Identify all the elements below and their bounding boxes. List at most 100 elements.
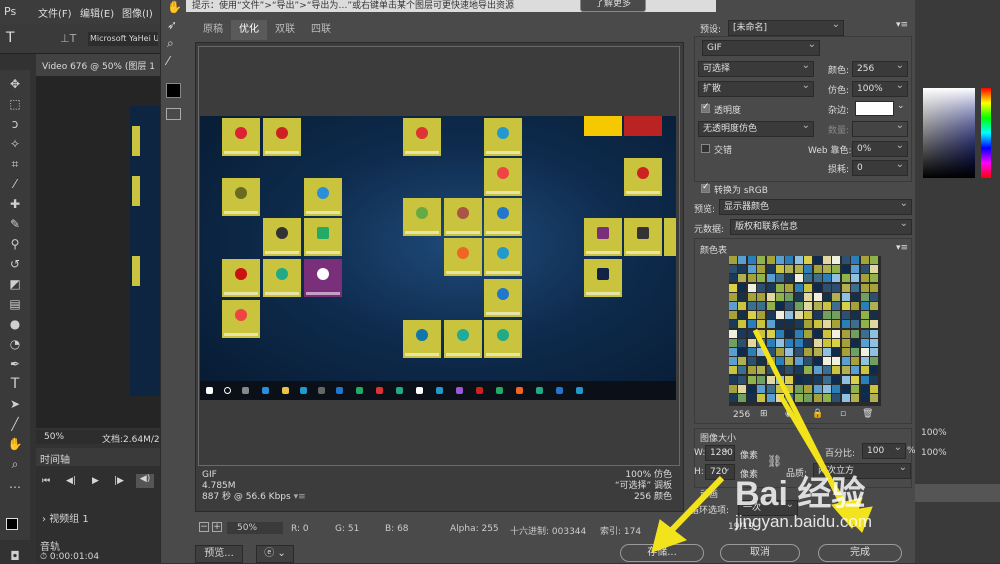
new-color-icon[interactable]: ▫ <box>840 409 846 419</box>
color-swatch[interactable] <box>841 292 850 301</box>
color-swatch[interactable] <box>738 256 747 264</box>
clone-stamp-icon[interactable]: ⚲ <box>7 236 23 252</box>
color-swatch[interactable] <box>776 384 784 393</box>
color-swatch[interactable] <box>738 311 747 320</box>
color-swatch[interactable] <box>860 302 869 310</box>
color-swatch[interactable] <box>785 302 794 310</box>
color-swatch[interactable] <box>794 384 803 393</box>
color-swatch[interactable] <box>747 357 756 366</box>
color-swatch[interactable] <box>794 292 803 301</box>
color-swatch[interactable] <box>747 375 756 384</box>
color-swatch[interactable] <box>860 256 869 264</box>
convert-srgb-checkbox[interactable] <box>701 182 710 193</box>
color-swatch[interactable] <box>832 357 841 366</box>
color-swatch[interactable] <box>794 329 803 338</box>
color-swatch[interactable] <box>841 283 850 292</box>
color-swatch[interactable] <box>738 320 747 329</box>
color-swatch[interactable] <box>747 265 756 274</box>
tab-optimized[interactable]: 优化 <box>231 20 267 40</box>
color-swatch[interactable] <box>785 274 794 283</box>
color-swatch[interactable] <box>794 256 803 264</box>
web-shift-icon[interactable]: ◉ <box>785 409 793 419</box>
color-swatch[interactable] <box>832 329 841 338</box>
color-swatch[interactable] <box>832 283 841 292</box>
color-swatch[interactable] <box>766 320 775 329</box>
color-swatch[interactable] <box>766 384 775 393</box>
color-swatch[interactable] <box>841 348 850 356</box>
color-swatch[interactable] <box>804 302 813 310</box>
color-swatch[interactable] <box>785 265 794 274</box>
color-swatch[interactable] <box>813 292 822 301</box>
preview-image[interactable] <box>200 116 676 400</box>
color-swatch[interactable] <box>804 348 813 356</box>
color-swatch[interactable] <box>738 283 747 292</box>
color-swatch[interactable] <box>794 357 803 366</box>
color-swatch[interactable] <box>851 357 860 366</box>
save-button[interactable]: 存储... <box>620 544 704 562</box>
browser-select-icon[interactable]: ⓔ ⌄ <box>256 545 294 563</box>
height-field[interactable]: 720 <box>705 464 735 480</box>
color-swatch[interactable] <box>823 265 831 274</box>
delete-color-icon[interactable]: 🗑 <box>862 409 873 419</box>
color-swatch[interactable] <box>794 320 803 329</box>
color-swatch[interactable] <box>851 302 860 310</box>
color-swatch[interactable] <box>860 375 869 384</box>
color-swatch[interactable] <box>794 366 803 375</box>
color-swatch[interactable] <box>776 292 784 301</box>
color-swatch[interactable] <box>841 384 850 393</box>
color-swatch[interactable] <box>841 394 850 402</box>
color-swatch[interactable] <box>813 283 822 292</box>
color-swatch[interactable] <box>804 311 813 320</box>
color-swatch[interactable] <box>841 320 850 329</box>
preset-menu-icon[interactable]: ▾≡ <box>896 20 908 30</box>
color-swatch[interactable] <box>738 274 747 283</box>
color-swatch[interactable] <box>776 311 784 320</box>
color-swatch[interactable] <box>860 348 869 356</box>
color-swatch[interactable] <box>738 375 747 384</box>
color-swatch[interactable] <box>757 292 766 301</box>
healing-brush-icon[interactable]: ✚ <box>7 196 23 212</box>
more-tools-icon[interactable]: … <box>7 476 23 492</box>
color-swatch[interactable] <box>785 283 794 292</box>
color-swatch[interactable] <box>870 348 878 356</box>
matte-color-swatch[interactable] <box>855 101 894 116</box>
color-swatch[interactable] <box>766 311 775 320</box>
color-swatch[interactable] <box>794 302 803 310</box>
color-swatch[interactable] <box>870 311 878 320</box>
color-swatch[interactable] <box>747 256 756 264</box>
color-swatch[interactable] <box>870 274 878 283</box>
color-swatch[interactable] <box>804 283 813 292</box>
color-swatch[interactable] <box>766 366 775 375</box>
reduction-select[interactable]: 可选择 <box>698 61 814 77</box>
color-swatch[interactable] <box>832 366 841 375</box>
step-back-icon[interactable]: ◀| <box>66 476 76 486</box>
color-swatch[interactable] <box>804 366 813 375</box>
color-swatch[interactable] <box>813 338 822 347</box>
color-swatch[interactable] <box>757 320 766 329</box>
color-swatch[interactable] <box>804 256 813 264</box>
color-swatch[interactable] <box>757 311 766 320</box>
color-swatch[interactable] <box>813 256 822 264</box>
color-swatch[interactable] <box>823 329 831 338</box>
color-swatch[interactable] <box>860 338 869 347</box>
color-swatch[interactable] <box>823 283 831 292</box>
color-swatch[interactable] <box>860 292 869 301</box>
color-swatch[interactable] <box>870 394 878 402</box>
color-swatch[interactable] <box>785 348 794 356</box>
transparency-checkbox[interactable] <box>701 102 710 113</box>
quick-mask-icon[interactable]: ◘ <box>7 548 23 564</box>
dodge-tool-icon[interactable]: ◔ <box>7 336 23 352</box>
color-swatch[interactable] <box>860 320 869 329</box>
color-swatch[interactable] <box>841 274 850 283</box>
color-swatch[interactable] <box>766 375 775 384</box>
color-swatch[interactable] <box>851 311 860 320</box>
orientation-icon[interactable]: ⊥T <box>60 32 76 45</box>
foreground-color-swatch[interactable] <box>6 518 18 530</box>
lasso-tool-icon[interactable]: ↄ <box>7 116 23 132</box>
color-swatch[interactable] <box>738 338 747 347</box>
color-swatch[interactable] <box>851 329 860 338</box>
document-tab[interactable]: Video 676 @ 50% (图层 1 <box>36 54 160 76</box>
dither-algorithm-select[interactable]: 扩散 <box>698 81 814 97</box>
color-swatch[interactable] <box>776 265 784 274</box>
color-swatch[interactable] <box>860 384 869 393</box>
